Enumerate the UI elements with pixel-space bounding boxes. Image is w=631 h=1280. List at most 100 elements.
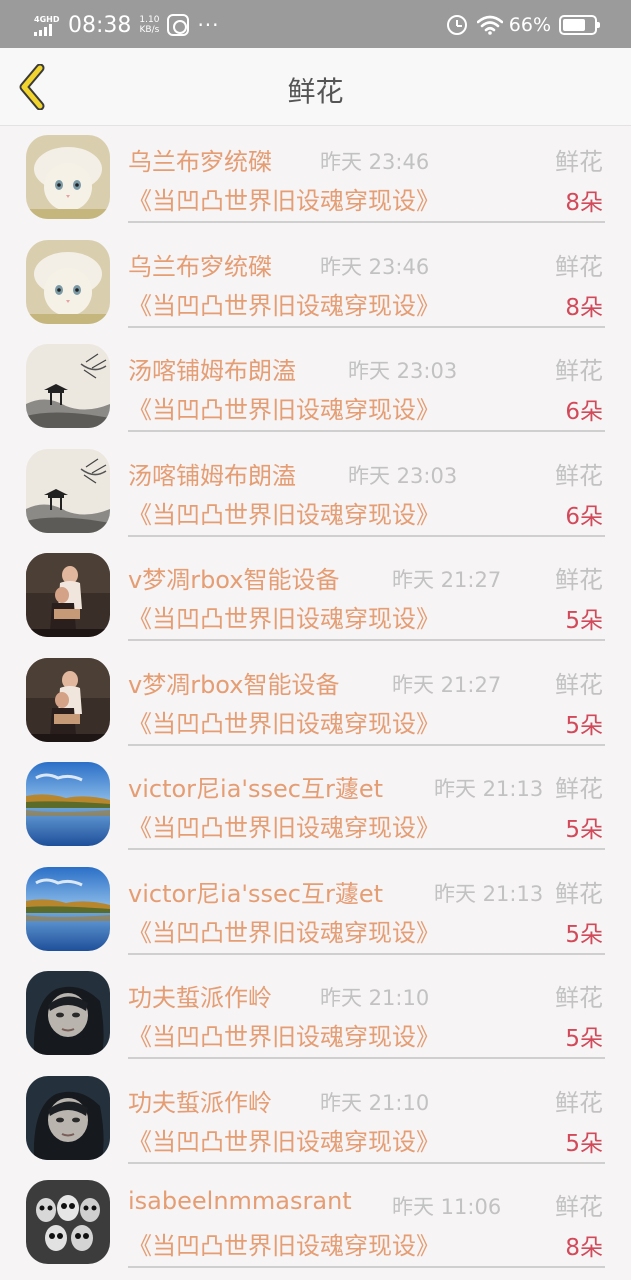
- flower-count: 6朵: [565, 399, 603, 425]
- gift-time: 昨天 23:46: [320, 150, 430, 174]
- book-title[interactable]: 《当凹凸世界旧设魂穿现设》: [128, 704, 440, 739]
- row-divider: [128, 848, 605, 850]
- book-title[interactable]: 《当凹凸世界旧设魂穿现设》: [128, 390, 440, 425]
- row-divider: [128, 325, 605, 328]
- book-title[interactable]: 《当凹凸世界旧设魂穿现设》: [128, 599, 440, 634]
- sender-name[interactable]: 乌兰布穸统磔: [128, 142, 272, 177]
- book-title[interactable]: 《当凹凸世界旧设魂穿现设》: [128, 181, 440, 216]
- gift-time: 昨天 23:03: [348, 463, 458, 488]
- wifi-icon: [476, 15, 503, 35]
- gift-type: 鲜花: [555, 461, 603, 490]
- list-item[interactable]: isabeelnmmasrant 昨天 11:06 鲜花 《当凹凸世界旧设魂穿现设》 8…: [0, 1171, 631, 1276]
- list-item[interactable]: 乌兰布穸统磔 昨天 23:46 鲜花 《当凹凸世界旧设魂穿现设》 8朵: [0, 231, 631, 336]
- sender-name[interactable]: 乌兰布穸统磔: [128, 247, 272, 282]
- avatar[interactable]: [26, 971, 110, 1055]
- flower-count: 8朵: [565, 1235, 603, 1261]
- sender-name[interactable]: victor尼ia'ssec互r蘧et: [128, 874, 383, 909]
- avatar[interactable]: [26, 553, 110, 637]
- flower-count: 5朵: [565, 921, 603, 948]
- row-divider: [128, 221, 605, 223]
- row-divider: [128, 743, 605, 746]
- avatar[interactable]: [26, 239, 110, 324]
- list-item[interactable]: victor尼ia'ssec互r蘧et 昨天 21:13 鲜花《当凹凸世界旧设魂穿现…: [0, 753, 631, 858]
- sender-name[interactable]: v梦凋rbox智能设备: [128, 560, 339, 595]
- sender-name[interactable]: 汤喀铺姆布朗溘: [128, 456, 296, 491]
- network-type: 4GHD: [34, 14, 60, 24]
- gift-time: 昨天 21:10: [320, 986, 430, 1010]
- list-item[interactable]: 功夫蜇派作岭 昨天 21:10 鲜花 《当凹凸世界旧设魂穿现设》 5朵: [0, 962, 631, 1067]
- flower-count: 6朵: [565, 503, 603, 530]
- book-title[interactable]: 《当凹凸世界旧设魂穿现设》: [128, 1017, 440, 1052]
- gift-time: 昨天 21:10: [320, 1090, 430, 1115]
- flower-count: 5朵: [565, 608, 603, 634]
- gift-time: 昨天 21:13: [434, 777, 544, 801]
- row-divider: [128, 639, 605, 641]
- gift-type: 鲜花: [555, 148, 603, 176]
- sender-name[interactable]: v梦凋rbox智能设备: [128, 665, 339, 700]
- gift-type: 鲜花: [555, 879, 603, 908]
- avatar[interactable]: [26, 135, 110, 219]
- gift-time: 昨天 23:03: [348, 359, 458, 383]
- flower-count: 8朵: [565, 190, 603, 216]
- status-left: 4GHD 08:38 1.10 KB/s ···: [34, 10, 220, 40]
- flower-count: 5朵: [565, 1026, 603, 1052]
- battery-fill: [563, 19, 586, 31]
- list-item[interactable]: v梦凋rbox智能设备 昨天 21:27 鲜花《当凹凸世界旧设魂穿现设》 5朵: [0, 649, 631, 754]
- avatar[interactable]: [26, 448, 110, 533]
- sender-name[interactable]: 功夫蜇派作岭: [128, 1083, 272, 1118]
- network-speed: 1.10 KB/s: [139, 15, 159, 35]
- list-item[interactable]: 乌兰布穸统磔 昨天 23:46 鲜花《当凹凸世界旧设魂穿现设》 8朵: [0, 126, 631, 231]
- battery-icon: [559, 15, 600, 35]
- row-divider: [128, 1266, 605, 1268]
- avatar[interactable]: [26, 1180, 110, 1264]
- alarm-icon: [446, 15, 467, 35]
- gift-time: 昨天 23:46: [320, 254, 430, 279]
- gift-type: 鲜花: [555, 670, 603, 699]
- gift-type: 鲜花: [555, 252, 603, 281]
- sender-name[interactable]: 汤喀铺姆布朗溘: [128, 351, 296, 386]
- gift-type: 鲜花: [555, 1088, 603, 1117]
- avatar[interactable]: [26, 344, 110, 428]
- avatar[interactable]: [26, 866, 110, 951]
- book-title[interactable]: 《当凹凸世界旧设魂穿现设》: [128, 495, 440, 530]
- list-item[interactable]: victor尼ia'ssec互r蘧et 昨天 21:13 鲜花《当凹凸世界旧设魂穿现…: [0, 858, 631, 963]
- flower-count: 5朵: [565, 712, 603, 739]
- more-notifications-icon: ···: [197, 13, 220, 37]
- status-bar: 4GHD 08:38 1.10 KB/s ··· 66%: [0, 0, 631, 48]
- list-item[interactable]: v梦凋rbox智能设备 昨天 21:27 鲜花 《当凹凸世界旧设魂穿现设》 5朵: [0, 544, 631, 649]
- speed-unit: KB/s: [139, 25, 160, 35]
- avatar[interactable]: [26, 762, 110, 846]
- sender-name[interactable]: 功夫蜇派作岭: [128, 978, 272, 1013]
- row-divider: [128, 952, 605, 955]
- gift-time: 昨天 21:27: [392, 672, 502, 697]
- book-title[interactable]: 《当凹凸世界旧设魂穿现设》: [128, 1122, 440, 1157]
- gift-time: 昨天 21:13: [434, 881, 544, 906]
- flower-count: 5朵: [565, 1130, 603, 1157]
- sender-name[interactable]: isabeelnmmasrant: [128, 1187, 352, 1215]
- gift-time: 昨天 21:27: [392, 568, 502, 592]
- list-item[interactable]: 汤喀铺姆布朗溘 昨天 23:03 鲜花《当凹凸世界旧设魂穿现设》 6朵: [0, 335, 631, 440]
- avatar[interactable]: [26, 657, 110, 742]
- book-title[interactable]: 《当凹凸世界旧设魂穿现设》: [128, 808, 440, 843]
- book-title[interactable]: 《当凹凸世界旧设魂穿现设》: [128, 1226, 440, 1261]
- status-right: 66%: [446, 10, 600, 40]
- gift-type: 鲜花: [555, 775, 603, 803]
- row-divider: [128, 430, 605, 432]
- book-title[interactable]: 《当凹凸世界旧设魂穿现设》: [128, 286, 440, 321]
- avatar[interactable]: [26, 1075, 110, 1160]
- battery-percent: 66%: [508, 14, 551, 36]
- book-title[interactable]: 《当凹凸世界旧设魂穿现设》: [128, 913, 440, 948]
- list-item[interactable]: 功夫蜇派作岭 昨天 21:10 鲜花《当凹凸世界旧设魂穿现设》 5朵: [0, 1067, 631, 1172]
- page-title: 鲜花: [287, 75, 344, 108]
- flower-gift-list: 乌兰布穸统磔 昨天 23:46 鲜花 《当凹凸世界旧设魂穿现设》 8朵 乌兰布穸统磔 昨天…: [0, 126, 631, 1276]
- gift-type: 鲜花: [555, 357, 603, 385]
- notification-app-icon: [167, 14, 190, 36]
- list-item[interactable]: 汤喀铺姆布朗溘 昨天 23:03 鲜花《当凹凸世界旧设魂穿现设》 6朵: [0, 440, 631, 545]
- nav-bar: 鲜花: [0, 48, 631, 126]
- gift-time: 昨天 11:06: [392, 1195, 502, 1219]
- row-divider: [128, 1057, 605, 1059]
- sender-name[interactable]: victor尼ia'ssec互r蘧et: [128, 769, 383, 804]
- flower-count: 5朵: [565, 817, 603, 843]
- row-divider: [128, 1161, 605, 1164]
- signal-icon: 4GHD: [34, 15, 62, 36]
